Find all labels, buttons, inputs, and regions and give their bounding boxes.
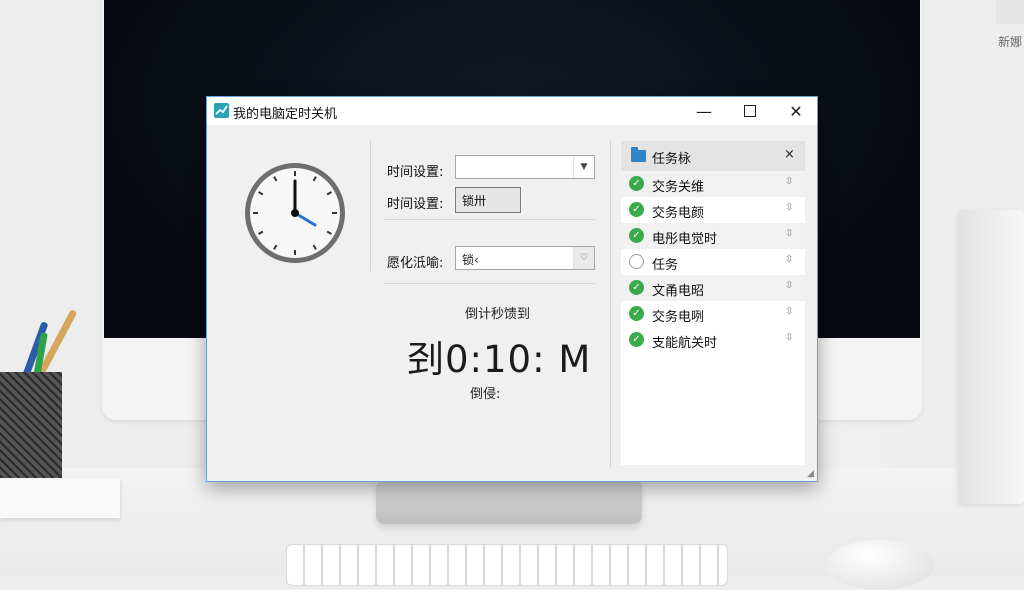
sort-updown-icon[interactable]: ⇳ bbox=[785, 280, 793, 291]
countdown-footer: 倒侵: bbox=[470, 387, 501, 402]
desktop-shortcut-label: 新娜 bbox=[998, 35, 1023, 49]
maximize-button[interactable] bbox=[727, 97, 773, 125]
countdown-time: 刭0:10: M bbox=[407, 338, 592, 381]
optimize-value: 锁‹ bbox=[462, 253, 479, 267]
left-divider bbox=[370, 141, 371, 271]
mouse bbox=[826, 540, 934, 590]
check-circle-icon[interactable]: ✓ bbox=[629, 228, 644, 243]
sort-updown-icon[interactable]: ⇳ bbox=[785, 202, 793, 213]
chevron-down-icon[interactable]: ♡ bbox=[573, 247, 594, 269]
keyboard bbox=[286, 544, 728, 586]
sort-updown-icon[interactable]: ⇳ bbox=[785, 332, 793, 343]
check-circle-icon[interactable]: ✓ bbox=[629, 202, 644, 217]
task-name: 交务电颜 bbox=[652, 206, 705, 221]
time-setting-dropdown[interactable]: ▼ bbox=[455, 155, 595, 179]
task-panel-header: 任务栐 × bbox=[621, 141, 805, 171]
notepad bbox=[0, 478, 120, 518]
task-panel-title: 任务栐 bbox=[652, 152, 692, 167]
monitor-stand bbox=[376, 480, 642, 524]
folder-icon bbox=[631, 147, 646, 162]
optimize-label: 愿化泜喻: bbox=[387, 256, 444, 271]
pen-cup bbox=[0, 372, 62, 494]
check-circle-icon[interactable]: ✓ bbox=[629, 176, 644, 191]
app-window: 我的电脑定时关机 — ✕ 时间设置: ▼ 时间设置: 锁卅 愿化泜喻: 锁‹ ♡ bbox=[206, 96, 818, 482]
sort-updown-icon[interactable]: ⇳ bbox=[785, 176, 793, 187]
check-circle-icon[interactable]: ✓ bbox=[629, 332, 644, 347]
task-item[interactable]: ✓ 文甬电昭 ⇳ bbox=[621, 275, 805, 301]
task-item[interactable]: ✓ 支能航关时 ⇳ bbox=[621, 327, 805, 353]
countdown-divider bbox=[383, 283, 595, 284]
optimize-dropdown[interactable]: 锁‹ ♡ bbox=[455, 246, 595, 270]
task-item[interactable]: ✓ 电彤电觉时 ⇳ bbox=[621, 223, 805, 249]
maximize-icon bbox=[744, 105, 756, 117]
title-bar[interactable]: 我的电脑定时关机 — ✕ bbox=[207, 97, 817, 125]
analog-clock-icon bbox=[245, 163, 345, 263]
sort-updown-icon[interactable]: ⇳ bbox=[785, 306, 793, 317]
time-setting-button[interactable]: 锁卅 bbox=[455, 187, 521, 213]
task-item[interactable]: ✓ 交务电颜 ⇳ bbox=[621, 197, 805, 223]
sort-updown-icon[interactable]: ⇳ bbox=[785, 254, 793, 265]
task-name: 交务电咧 bbox=[652, 310, 705, 325]
task-item[interactable]: ✓ 交务电咧 ⇳ bbox=[621, 301, 805, 327]
resize-grip-icon[interactable]: ◢ bbox=[807, 469, 814, 479]
check-circle-icon[interactable]: ✓ bbox=[629, 306, 644, 321]
task-name: 电彤电觉时 bbox=[652, 232, 718, 247]
desktop-shortcut-icon[interactable] bbox=[996, 0, 1024, 24]
empty-circle-icon[interactable] bbox=[629, 254, 644, 269]
settings-divider bbox=[383, 219, 595, 220]
check-circle-icon[interactable]: ✓ bbox=[629, 280, 644, 295]
speaker bbox=[958, 210, 1024, 504]
close-button[interactable]: ✕ bbox=[773, 97, 819, 125]
task-name: 任务 bbox=[652, 258, 679, 273]
task-item[interactable]: ✓ 交务关维 ⇳ bbox=[621, 171, 805, 197]
minimize-button[interactable]: — bbox=[681, 97, 727, 125]
time-setting-label: 时间设置: bbox=[387, 165, 444, 180]
task-item[interactable]: 任务 ⇳ bbox=[621, 249, 805, 275]
sort-updown-icon[interactable]: ⇳ bbox=[785, 228, 793, 239]
task-panel: 任务栐 × ✓ 交务关维 ⇳ ✓ 交务电颜 ⇳ ✓ 电彤电觉时 ⇳ 任务 ⇳ ✓… bbox=[621, 141, 805, 465]
time-setting-label-2: 时间设置: bbox=[387, 197, 444, 212]
chevron-down-icon[interactable]: ▼ bbox=[573, 156, 594, 178]
task-name: 交务关维 bbox=[652, 180, 705, 195]
panel-divider bbox=[610, 141, 611, 467]
task-name: 支能航关时 bbox=[652, 336, 718, 351]
task-panel-close-button[interactable]: × bbox=[784, 147, 795, 162]
task-name: 文甬电昭 bbox=[652, 284, 705, 299]
chart-line-icon bbox=[214, 103, 229, 118]
window-title: 我的电脑定时关机 bbox=[233, 107, 338, 122]
countdown-title: 倒计秒馈到 bbox=[465, 307, 531, 322]
